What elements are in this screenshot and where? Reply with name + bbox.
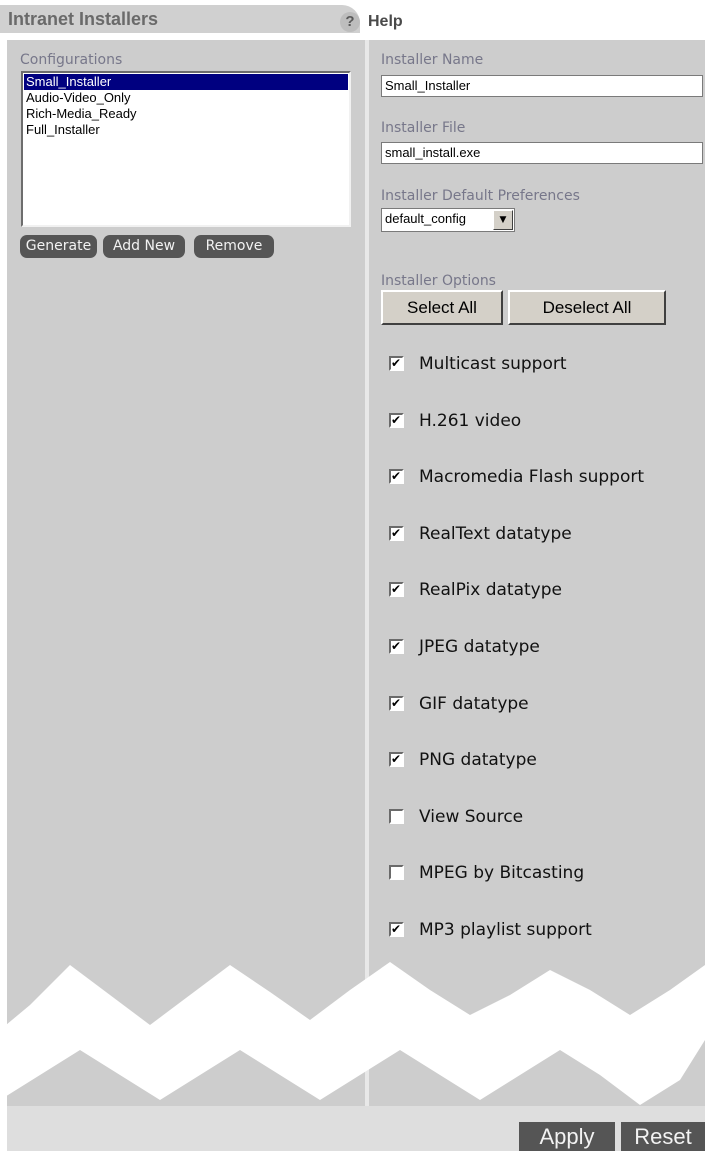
checkbox-checked[interactable]: ✔ — [389, 922, 404, 937]
option-label: Multicast support — [419, 354, 567, 374]
installer-file-input[interactable]: small_install.exe — [381, 142, 703, 164]
checkbox-checked[interactable]: ✔ — [389, 356, 404, 371]
installer-options-label: Installer Options — [381, 273, 496, 289]
option-label: MPEG by Bitcasting — [419, 863, 585, 884]
checkmark-icon: ✔ — [391, 356, 402, 370]
checkbox-checked[interactable]: ✔ — [389, 639, 404, 654]
option-label: GIF datatype — [419, 693, 529, 714]
option-label: RealText datatype — [419, 523, 572, 544]
installer-prefs-label: Installer Default Preferences — [381, 188, 580, 204]
checkbox-checked[interactable]: ✔ — [389, 525, 404, 541]
option-label: View Source — [419, 806, 524, 827]
header-bar: Intranet Installers ? Help — [0, 0, 705, 40]
configurations-panel: Configurations Small_Installer Audio-Vid… — [7, 40, 365, 1106]
generate-button[interactable]: Generate — [20, 235, 97, 258]
add-new-button[interactable]: Add New — [103, 235, 185, 258]
checkbox-checked[interactable]: ✔ — [389, 752, 404, 768]
installer-file-label: Installer File — [381, 120, 466, 136]
select-all-button[interactable]: Select All — [381, 290, 503, 325]
config-item-audio-video-only[interactable]: Audio-Video_Only — [24, 90, 348, 106]
help-link[interactable]: Help — [368, 13, 403, 31]
reset-button[interactable]: Reset — [621, 1122, 705, 1151]
installer-details-panel: Installer Name Small_Installer Installer… — [369, 40, 705, 1106]
checkmark-icon: ✔ — [391, 469, 402, 484]
installer-prefs-select[interactable]: default_config ▼ — [381, 208, 515, 232]
apply-button[interactable]: Apply — [519, 1122, 615, 1151]
footer-bar: Apply Reset — [7, 1106, 705, 1151]
remove-button[interactable]: Remove — [194, 235, 274, 258]
title-tab: Intranet Installers — [0, 5, 360, 33]
checkmark-icon: ✔ — [391, 922, 402, 936]
torn-edge — [0, 962, 705, 1105]
option-label: PNG datatype — [419, 750, 537, 771]
checkbox-checked[interactable]: ✔ — [389, 469, 404, 485]
checkmark-icon: ✔ — [391, 639, 402, 653]
checkmark-icon: ✔ — [391, 695, 402, 710]
option-label: MP3 playlist support — [419, 920, 592, 940]
option-label: H.261 video — [419, 410, 522, 431]
checkmark-icon: ✔ — [391, 582, 402, 597]
checkbox-unchecked[interactable] — [389, 808, 404, 824]
page-title: Intranet Installers — [8, 9, 159, 29]
checkbox-checked[interactable]: ✔ — [389, 582, 404, 598]
help-icon[interactable]: ? — [340, 12, 360, 32]
option-label: Macromedia Flash support — [419, 467, 645, 488]
installer-name-input[interactable]: Small_Installer — [381, 75, 703, 97]
config-item-small-installer[interactable]: Small_Installer — [24, 74, 348, 90]
chevron-down-icon[interactable]: ▼ — [493, 210, 513, 230]
option-label: JPEG datatype — [419, 637, 540, 657]
checkmark-icon: ✔ — [391, 412, 402, 427]
checkmark-icon: ✔ — [391, 752, 402, 767]
checkbox-unchecked[interactable] — [389, 865, 404, 881]
config-item-rich-media-ready[interactable]: Rich-Media_Ready — [24, 106, 348, 122]
option-label: RealPix datatype — [419, 580, 562, 601]
deselect-all-button[interactable]: Deselect All — [508, 290, 666, 325]
configurations-listbox[interactable]: Small_Installer Audio-Video_Only Rich-Me… — [21, 71, 351, 227]
configurations-label: Configurations — [20, 52, 123, 68]
checkmark-icon: ✔ — [391, 525, 402, 540]
installer-name-label: Installer Name — [381, 52, 484, 68]
config-item-full-installer[interactable]: Full_Installer — [24, 122, 348, 138]
checkbox-checked[interactable]: ✔ — [389, 412, 404, 428]
checkbox-checked[interactable]: ✔ — [389, 695, 404, 711]
installer-prefs-value: default_config — [385, 211, 466, 226]
